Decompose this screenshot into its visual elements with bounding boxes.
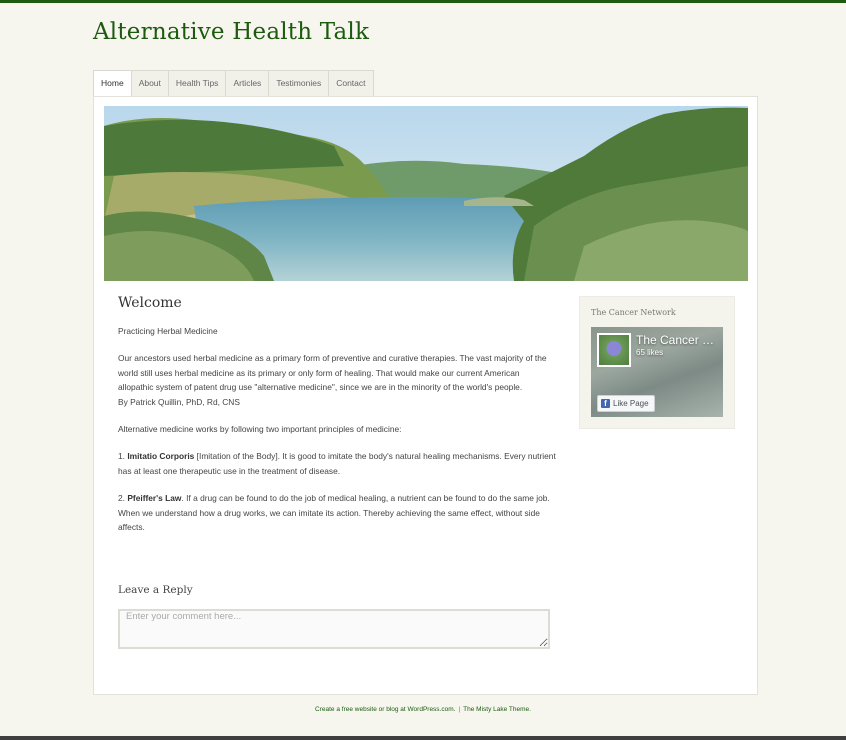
principle-name: Pfeiffer's Law xyxy=(127,493,182,504)
wordpress-link[interactable]: Create a free website or blog at WordPre… xyxy=(315,706,455,713)
like-count: 65 likes xyxy=(636,348,664,357)
content-area: Welcome Practicing Herbal Medicine Our a… xyxy=(93,96,758,695)
like-page-button[interactable]: f Like Page xyxy=(597,395,655,412)
page-name[interactable]: The Cancer Network xyxy=(636,333,720,347)
main-navigation: Home About Health Tips Articles Testimon… xyxy=(93,70,374,98)
post-paragraph: Our ancestors used herbal medicine as a … xyxy=(118,351,556,395)
principle-number: 2. xyxy=(118,493,125,504)
site-title[interactable]: Alternative Health Talk xyxy=(93,19,369,45)
theme-link[interactable]: The Misty Lake Theme. xyxy=(463,706,531,713)
site-footer: Create a free website or blog at WordPre… xyxy=(0,706,846,713)
post-title[interactable]: Welcome xyxy=(118,295,182,311)
like-page-label: Like Page xyxy=(613,399,649,408)
nav-tab-contact[interactable]: Contact xyxy=(329,70,374,97)
nav-tab-health-tips[interactable]: Health Tips xyxy=(168,70,227,97)
lake-landscape-illustration xyxy=(104,106,748,281)
principle-number: 1. xyxy=(118,451,125,462)
principle-item: 1. Imitatio Corporis [Imitation of the B… xyxy=(118,449,556,478)
principle-name: Imitatio Corporis xyxy=(127,451,195,462)
post-body: Practicing Herbal Medicine Our ancestors… xyxy=(118,324,556,548)
principle-item: 2. Pfeiffer's Law. If a drug can be foun… xyxy=(118,491,556,535)
nav-tab-about[interactable]: About xyxy=(131,70,169,97)
facebook-page-box[interactable]: The Cancer Network 65 likes f Like Page xyxy=(591,327,723,417)
post-subtitle: Practicing Herbal Medicine xyxy=(118,326,218,336)
principle-text: . If a drug can be found to do the job o… xyxy=(118,493,550,533)
comment-input[interactable] xyxy=(118,609,550,649)
facebook-icon: f xyxy=(601,399,610,408)
header-banner-image xyxy=(104,106,748,281)
sidebar-widget: The Cancer Network The Cancer Network 65… xyxy=(579,296,735,429)
nav-tab-home[interactable]: Home xyxy=(93,70,132,98)
post-paragraph: Alternative medicine works by following … xyxy=(118,424,402,435)
bottom-bar xyxy=(0,736,846,740)
post-byline: By Patrick Quillin, PhD, Rd, CNS xyxy=(118,396,240,407)
widget-title: The Cancer Network xyxy=(591,308,676,317)
page-avatar[interactable] xyxy=(597,333,631,367)
nav-tab-testimonies[interactable]: Testimonies xyxy=(269,70,330,97)
reply-heading: Leave a Reply xyxy=(118,584,193,596)
nav-tab-articles[interactable]: Articles xyxy=(226,70,270,97)
top-accent-bar xyxy=(0,0,846,3)
post-paragraph-text: Our ancestors used herbal medicine as a … xyxy=(118,353,547,393)
footer-separator: | xyxy=(458,706,461,713)
